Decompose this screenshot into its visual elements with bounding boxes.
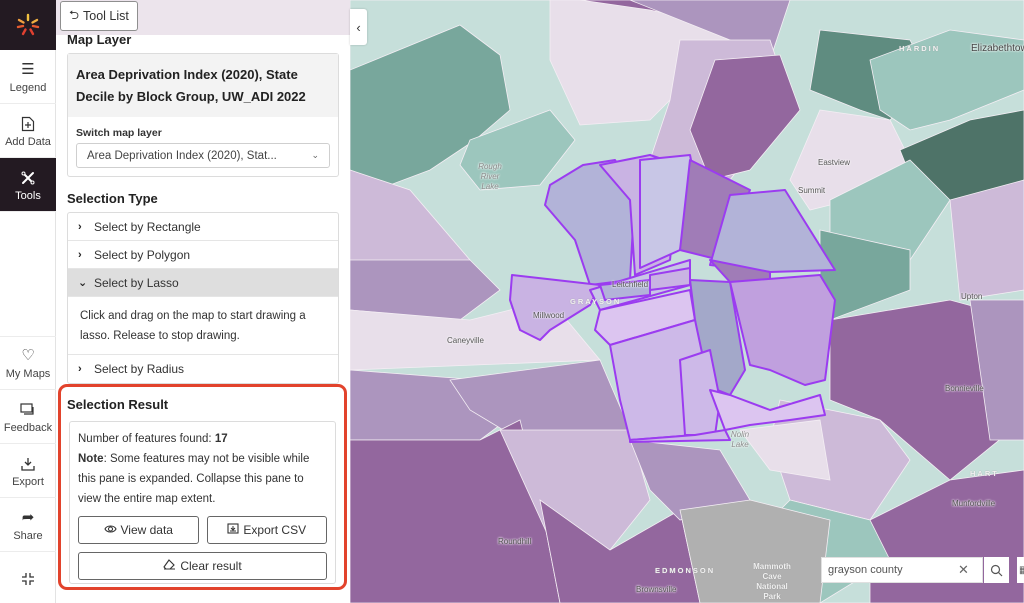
map-label-edmonson: EDMONSON — [655, 566, 716, 575]
map-label-grayson: GRAYSON — [570, 297, 622, 306]
selection-type-heading: Selection Type — [67, 191, 158, 206]
map-canvas[interactable]: HARDIN Elizabethtown Eastview Summit Lei… — [350, 0, 1024, 603]
eye-icon — [103, 520, 117, 540]
map-search-button[interactable] — [984, 557, 1009, 583]
basemap-toggle-button[interactable]: ▦ — [1017, 557, 1024, 583]
map-label-hart: HART — [970, 469, 999, 478]
clear-search-icon[interactable]: ✕ — [958, 562, 969, 578]
rail-item-add-data[interactable]: Add Data — [0, 104, 56, 158]
select-by-lasso[interactable]: ⌄ Select by Lasso — [68, 269, 338, 297]
select-by-polygon[interactable]: › Select by Polygon — [68, 241, 338, 269]
list-icon: ☰ — [21, 60, 35, 78]
logo-sunburst-icon — [16, 13, 40, 36]
chevron-down-icon: ⌄ — [311, 150, 319, 160]
map-layer-card: Area Deprivation Index (2020), State Dec… — [67, 53, 339, 177]
rail-item-export[interactable]: Export — [0, 444, 56, 498]
view-data-label: View data — [120, 523, 173, 537]
accordion-label: Select by Lasso — [94, 275, 179, 290]
chevron-left-icon: ‹ — [356, 19, 361, 35]
chevron-right-icon: › — [78, 220, 82, 233]
rail-item-my-maps[interactable]: ♡ My Maps — [0, 336, 56, 390]
map-label-eastview: Eastview — [818, 158, 851, 167]
select-by-rectangle[interactable]: › Select by Rectangle — [68, 213, 338, 241]
selection-result-section: Selection Result Number of features foun… — [58, 384, 347, 590]
select-by-radius[interactable]: › Select by Radius — [68, 355, 338, 383]
chevron-down-icon: ⌄ — [78, 277, 88, 289]
heart-icon: ♡ — [21, 347, 35, 364]
minimize-icon — [20, 569, 36, 589]
rail-item-share[interactable]: ➦ Share — [0, 498, 56, 552]
select-value: Area Deprivation Index (2020), Stat... — [87, 149, 277, 162]
clear-result-label: Clear result — [180, 559, 242, 573]
chevron-right-icon: › — [78, 363, 82, 375]
share-icon: ➦ — [21, 508, 35, 526]
rail-item-feedback[interactable]: Feedback — [0, 390, 56, 444]
rail-item-label: My Maps — [5, 368, 51, 380]
eraser-icon — [163, 556, 176, 576]
map-label-bonnieville: Bonnieville — [945, 384, 984, 393]
features-count: 17 — [214, 433, 228, 445]
collapse-panel-button[interactable]: ‹ — [350, 9, 367, 45]
export-csv-label: Export CSV — [243, 523, 307, 537]
export-image-icon — [227, 520, 239, 540]
rail-item-label: Legend — [9, 81, 47, 94]
map-label-brownsville: Brownsville — [636, 585, 677, 594]
collapse-fullscreen-button[interactable] — [0, 552, 56, 603]
panel-header: ⮌ Tool List — [56, 0, 350, 35]
map-label-leitchfield: Leitchfield — [612, 280, 649, 289]
map-region — [949, 179, 1024, 301]
rail-item-label: Tools — [15, 189, 41, 202]
features-label: Number of features found: — [78, 433, 215, 445]
map-search-input[interactable] — [828, 564, 958, 576]
tools-icon — [20, 168, 36, 188]
download-icon — [20, 454, 36, 474]
map-label-mammoth-cave: Mammoth Cave National Park — [753, 562, 791, 601]
lasso-description: Click and drag on the map to start drawi… — [68, 297, 338, 355]
selection-result-card: Number of features found: 17 Note: Some … — [69, 421, 336, 584]
grid-icon: ▦ — [1019, 564, 1024, 576]
chat-icon — [20, 400, 36, 420]
rail-item-label: Add Data — [5, 135, 51, 148]
clear-result-button[interactable]: Clear result — [78, 552, 327, 580]
map-label-hardin: HARDIN — [899, 44, 941, 53]
map-label-elizabethtown: Elizabethtown — [971, 43, 1024, 54]
rail-item-label: Feedback — [3, 421, 53, 434]
chevron-right-icon: › — [78, 248, 82, 261]
accordion-label: Select by Radius — [94, 362, 185, 376]
switch-map-layer-label: Switch map layer — [76, 127, 162, 139]
map-label-summit: Summit — [798, 186, 826, 195]
accordion-label: Select by Polygon — [94, 247, 191, 262]
export-csv-button[interactable]: Export CSV — [206, 516, 327, 544]
map-label-nolin-lake: Nolin Lake — [730, 430, 750, 449]
choropleth-map[interactable] — [350, 0, 1024, 603]
rail-item-legend[interactable]: ☰ Legend — [0, 50, 56, 104]
map-label-upton: Upton — [961, 292, 983, 301]
view-data-button[interactable]: View data — [78, 516, 199, 544]
icon-rail: ☰ Legend Add Data Tools ♡ My Maps Feedba… — [0, 0, 56, 603]
switch-map-layer-select[interactable]: Area Deprivation Index (2020), Stat... ⌄ — [76, 143, 330, 168]
undo-arrow-icon: ⮌ — [69, 7, 80, 22]
rail-item-label: Export — [12, 475, 44, 488]
search-icon — [990, 564, 1003, 576]
tool-list-button[interactable]: ⮌ Tool List — [60, 1, 138, 31]
map-label-millwood: Millwood — [533, 311, 565, 320]
note-text: : Some features may not be visible while… — [78, 453, 310, 505]
selection-result-heading: Selection Result — [67, 397, 169, 412]
app-logo[interactable] — [0, 0, 56, 50]
map-search-box: ✕ — [821, 557, 983, 583]
features-found: Number of features found: 17 — [78, 429, 327, 449]
layer-title: Area Deprivation Index (2020), State Dec… — [68, 54, 338, 117]
add-file-icon — [21, 114, 35, 134]
map-label-roundhill: Roundhill — [498, 537, 532, 546]
rail-item-label: Share — [13, 529, 43, 542]
note-label: Note — [78, 453, 104, 465]
selection-type-accordion: › Select by Rectangle › Select by Polygo… — [67, 212, 339, 384]
map-label-munfordville: Munfordville — [952, 499, 996, 508]
rail-item-tools[interactable]: Tools — [0, 158, 56, 212]
map-label-caneyville: Caneyville — [447, 336, 484, 345]
accordion-label: Select by Rectangle — [94, 219, 201, 234]
tool-list-label: Tool List — [83, 9, 129, 23]
map-label-rough-river-lake: Rough River Lake — [478, 162, 502, 191]
result-note: Note: Some features may not be visible w… — [78, 449, 327, 509]
